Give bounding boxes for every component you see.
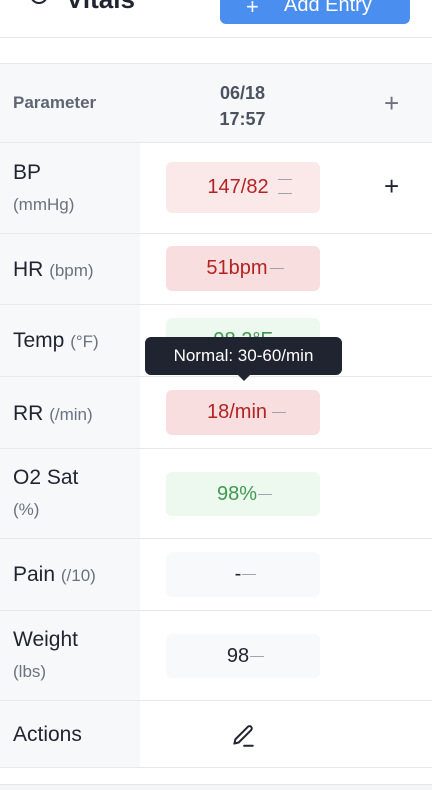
entry-column-header: 06/18 17:57 — [190, 80, 295, 132]
vital-value: 51bpm — [206, 257, 268, 279]
trend-indicator: — — [250, 647, 264, 663]
parameter-column-header: Parameter — [13, 93, 97, 112]
row-label-cell: RR (/min) — [0, 377, 140, 448]
normal-range-tooltip: Normal: 30-60/min — [145, 337, 342, 381]
row-label-cell: Pain (/10) — [0, 539, 140, 610]
table-row: HR (bpm) 51bpm — — [0, 234, 432, 305]
row-label-cell: Actions — [0, 701, 140, 767]
table-header-row: Parameter 06/18 17:57 + — [0, 64, 432, 143]
row-label-cell: HR (bpm) — [0, 234, 140, 304]
vital-value-cell[interactable]: 51bpm — — [166, 246, 320, 291]
add-entry-label: Add Entry — [284, 0, 372, 16]
vital-value: 98 — [226, 645, 250, 667]
vitals-table: Parameter 06/18 17:57 + BP (mmHg) 147/82… — [0, 63, 432, 768]
vital-value-cell[interactable]: - — — [166, 552, 320, 597]
table-row: Pain (/10) - — — [0, 539, 432, 611]
row-label-cell: O2 Sat (%) — [0, 449, 140, 538]
plus-icon: + — [246, 0, 259, 19]
row-name: O2 Sat — [13, 466, 79, 489]
add-entry-button[interactable]: + Add Entry — [220, 0, 410, 24]
table-row: O2 Sat (%) 98% — — [0, 449, 432, 539]
entry-time: 17:57 — [219, 109, 266, 129]
row-label-cell: Temp (°F) — [0, 305, 140, 376]
row-unit: (bpm) — [49, 261, 94, 280]
vital-value: - — [234, 563, 242, 585]
row-label: Pain (/10) — [13, 563, 96, 587]
vital-value-cell[interactable]: 98 — — [166, 634, 320, 678]
entry-date: 06/18 — [219, 83, 266, 103]
row-unit: (%) — [13, 500, 40, 519]
trend-indicator: — — [258, 485, 272, 501]
tooltip-text: Normal: 30-60/min — [173, 346, 314, 365]
vital-value-cell[interactable]: 18/min — — [166, 390, 320, 435]
row-name: Pain — [13, 563, 56, 586]
vital-value: 147/82 — [207, 176, 269, 198]
trend-indicator: — — [272, 403, 286, 419]
row-label-cell: Weight (lbs) — [0, 611, 140, 700]
table-row: RR (/min) 18/min — — [0, 377, 432, 449]
vitals-icon — [30, 0, 48, 4]
row-label: HR (bpm) — [13, 258, 94, 282]
vitals-header: Vitals + Add Entry — [0, 0, 432, 38]
edit-icon[interactable] — [230, 723, 256, 749]
row-unit: (/min) — [49, 405, 93, 424]
table-row: BP (mmHg) 147/82 — — + — [0, 143, 432, 234]
table-footer — [0, 784, 432, 790]
row-name: Weight — [13, 628, 78, 651]
table-row: Weight (lbs) 98 — — [0, 611, 432, 701]
row-unit: (lbs) — [13, 662, 47, 681]
row-unit: (°F) — [70, 332, 99, 351]
tooltip-arrow — [238, 375, 250, 381]
add-row-entry-button[interactable]: + — [384, 171, 399, 202]
row-label: Temp (°F) — [13, 329, 99, 353]
vital-value: 98% — [216, 483, 258, 505]
row-name: HR — [13, 258, 44, 281]
vital-value: 18/min — [206, 401, 268, 423]
row-unit: (/10) — [60, 566, 96, 585]
row-label-cell: BP (mmHg) — [0, 143, 140, 233]
row-label: RR (/min) — [13, 402, 93, 426]
add-column-button[interactable]: + — [384, 88, 399, 119]
row-unit: (mmHg) — [13, 195, 75, 214]
vital-value-cell[interactable]: 147/82 — — — [166, 162, 320, 213]
trend-indicator: — — [242, 565, 256, 581]
spacer — [0, 38, 432, 64]
row-name: BP — [13, 161, 42, 184]
actions-label: Actions — [13, 723, 82, 746]
table-row: Actions — [0, 701, 432, 768]
trend-indicator: — — [278, 184, 292, 200]
page-title: Vitals — [66, 0, 135, 15]
vital-value-cell[interactable]: 98% — — [166, 472, 320, 516]
row-name: Temp — [13, 329, 65, 352]
trend-indicator: — — [270, 259, 284, 275]
row-name: RR — [13, 402, 44, 425]
